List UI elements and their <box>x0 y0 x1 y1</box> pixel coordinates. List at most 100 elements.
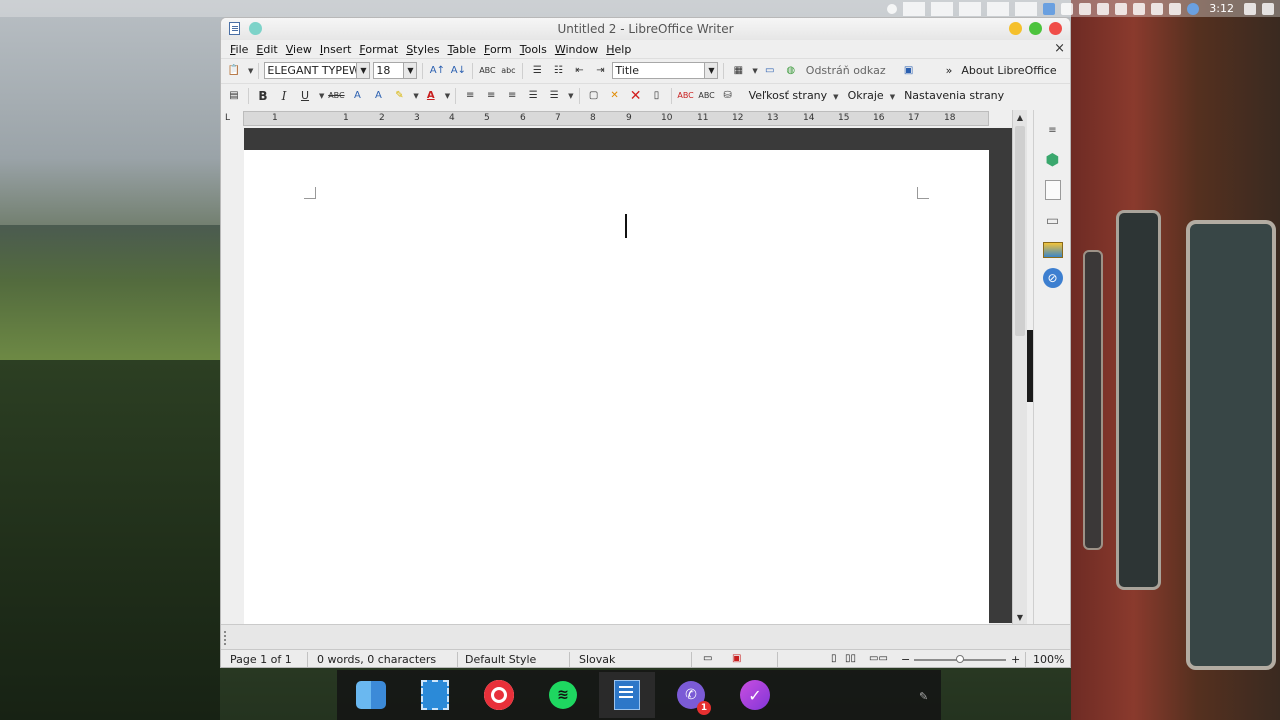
menu-item[interactable]: Help <box>602 43 635 56</box>
dock-mail[interactable] <box>417 677 453 713</box>
more-tools-button[interactable]: » <box>943 64 956 77</box>
clock[interactable]: 3:12 <box>1205 2 1238 15</box>
zoom-out-button[interactable]: − <box>901 653 910 666</box>
strikethrough-button[interactable]: ABC <box>327 87 345 105</box>
page-settings-button[interactable]: Nastavenia strany <box>901 89 1007 102</box>
maximize-button[interactable] <box>1029 22 1042 35</box>
menu-item[interactable]: Form <box>480 43 516 56</box>
pin-icon[interactable] <box>249 22 262 35</box>
find-replace-icon[interactable]: ⛁ <box>719 87 737 105</box>
insert-image-icon[interactable]: ▭ <box>761 62 779 80</box>
margins-button[interactable]: Okraje ▼ <box>845 89 899 102</box>
clipboard-icon[interactable] <box>1097 2 1110 15</box>
increase-font-icon[interactable]: A↑ <box>428 62 446 80</box>
dropbox-icon[interactable] <box>1187 2 1200 15</box>
clear-format-icon[interactable]: ✕ <box>606 87 624 105</box>
scroll-up-icon[interactable]: ▲ <box>1014 111 1026 123</box>
close-document-icon[interactable]: × <box>1054 41 1065 56</box>
panel-slot[interactable] <box>1015 1 1038 16</box>
globe-link-icon[interactable]: ◍ <box>782 62 800 80</box>
font-name-combo[interactable]: ELEGANT TYPEW ▼ <box>264 62 371 79</box>
bold-button[interactable]: B <box>254 87 272 105</box>
copy-format-icon[interactable]: ▯ <box>648 87 666 105</box>
underline-button[interactable]: U <box>296 87 314 105</box>
spelling-icon[interactable]: ABC <box>478 62 496 80</box>
about-libreoffice-button[interactable]: About LibreOffice <box>958 64 1059 77</box>
line-spacing-dropdown[interactable]: ▼ <box>568 92 573 100</box>
chevron-down-icon[interactable]: ▼ <box>704 63 718 78</box>
menu-item[interactable]: Format <box>355 43 402 56</box>
zoom-in-button[interactable]: + <box>1011 653 1020 666</box>
menu-item[interactable]: View <box>282 43 316 56</box>
grip-icon[interactable] <box>224 631 228 645</box>
dock-settings-icon[interactable]: ✎ <box>919 690 933 704</box>
image-icon[interactable] <box>1079 2 1092 15</box>
list-bullets-icon[interactable]: ☰ <box>528 62 546 80</box>
comment-icon[interactable]: ▢ <box>585 87 603 105</box>
underline-dropdown[interactable]: ▼ <box>319 92 324 100</box>
line-spacing-icon[interactable]: ☰ <box>545 87 563 105</box>
font-color-dropdown[interactable]: ▼ <box>445 92 450 100</box>
font-color-button[interactable]: A <box>422 87 440 105</box>
writer-app-icon[interactable] <box>229 22 240 35</box>
navigator-icon[interactable]: ⊘ <box>1042 268 1063 288</box>
page-style[interactable]: Default Style <box>465 653 536 666</box>
chevron-down-icon[interactable]: ▼ <box>833 93 838 101</box>
align-right-icon[interactable]: ≡ <box>503 87 521 105</box>
menu-item[interactable]: Insert <box>316 43 356 56</box>
title-bar[interactable]: Untitled 2 - LibreOffice Writer <box>221 18 1070 40</box>
power-icon[interactable] <box>1262 2 1274 15</box>
list-numbers-icon[interactable]: ☷ <box>549 62 567 80</box>
menu-item[interactable]: Tools <box>516 43 551 56</box>
outdent-icon[interactable]: ⇤ <box>570 62 588 80</box>
close-button[interactable] <box>1049 22 1062 35</box>
paste-icon[interactable]: 📋 <box>225 62 243 80</box>
tab-stop-selector[interactable]: L <box>225 113 237 125</box>
autospell-icon[interactable]: abc <box>499 62 517 80</box>
align-center-icon[interactable]: ≡ <box>482 87 500 105</box>
chevron-down-icon[interactable]: ▼ <box>890 93 895 101</box>
remove-link-button[interactable]: Odstráň odkaz <box>803 64 889 77</box>
scroll-thumb[interactable] <box>1015 126 1025 336</box>
styles-icon[interactable]: ▭ <box>1042 210 1064 232</box>
document-area[interactable] <box>221 128 1012 630</box>
italic-button[interactable]: I <box>275 87 293 105</box>
menu-item[interactable]: Styles <box>402 43 443 56</box>
panel-slot[interactable] <box>931 1 954 16</box>
table-dropdown[interactable]: ▼ <box>752 67 757 75</box>
wifi-icon[interactable] <box>1133 2 1146 15</box>
dock-finder[interactable] <box>353 677 389 713</box>
notifications-icon[interactable] <box>1244 2 1256 15</box>
lock-icon[interactable] <box>1151 2 1164 15</box>
single-page-view-icon[interactable]: ▯ <box>831 653 837 664</box>
highlight-icon[interactable]: ✎ <box>390 87 408 105</box>
scroll-down-icon[interactable]: ▼ <box>1014 611 1026 623</box>
word-count[interactable]: 0 words, 0 characters <box>317 653 436 666</box>
delete-icon[interactable]: ✕ <box>627 87 645 105</box>
panel-slot[interactable] <box>987 1 1010 16</box>
document-modified-icon[interactable]: ▣ <box>732 653 741 664</box>
dock-viber[interactable]: ✆ 1 <box>673 677 711 715</box>
zoom-level[interactable]: 100% <box>1033 653 1064 666</box>
outline-icon[interactable]: A <box>369 87 387 105</box>
page-deck-icon[interactable] <box>1044 180 1061 200</box>
horizontal-ruler[interactable]: 1 1 2 3 4 5 6 7 8 9 10 11 12 13 14 15 16 17 18 <box>243 111 989 126</box>
dock-spotify[interactable]: ≋ <box>545 677 581 713</box>
align-left-icon[interactable]: ≡ <box>461 87 479 105</box>
indent-icon[interactable]: ⇥ <box>591 62 609 80</box>
back-arrow-icon[interactable] <box>887 3 898 14</box>
chevron-down-icon[interactable]: ▼ <box>356 63 370 78</box>
language[interactable]: Slovak <box>579 653 615 666</box>
paragraph-style-combo[interactable]: Title ▼ <box>612 62 719 79</box>
dock-opera[interactable] <box>481 677 517 713</box>
menu-item[interactable]: Edit <box>252 43 281 56</box>
paste-dropdown[interactable]: ▼ <box>248 67 253 75</box>
properties-icon[interactable]: ⬢ <box>1042 148 1064 170</box>
screen-icon[interactable] <box>1061 2 1074 15</box>
menu-item[interactable]: File <box>226 43 252 56</box>
sidebar-menu-icon[interactable]: ≡ <box>1042 122 1064 138</box>
justify-icon[interactable]: ☰ <box>524 87 542 105</box>
menu-item[interactable]: Window <box>551 43 602 56</box>
selection-mode-icon[interactable]: ▭ <box>703 653 712 664</box>
insert-table-icon[interactable]: ▦ <box>729 62 747 80</box>
